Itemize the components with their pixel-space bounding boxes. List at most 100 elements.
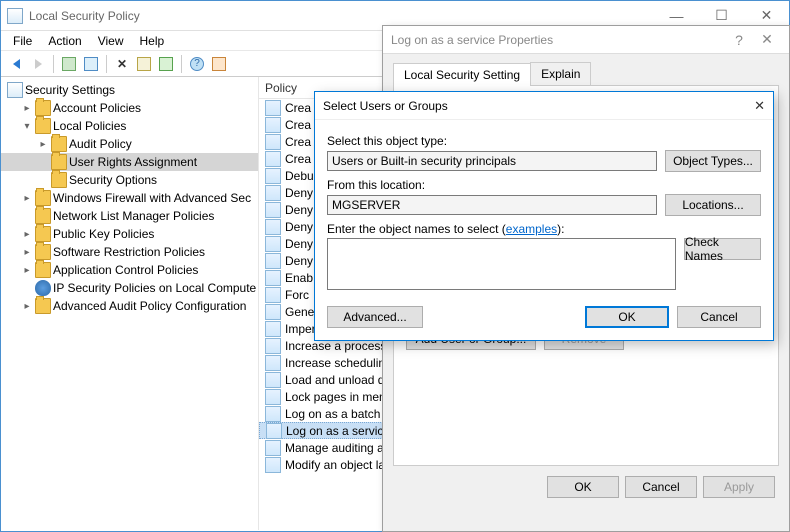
examples-link[interactable]: examples [506,222,557,236]
folder-icon [35,190,51,206]
policy-icon [265,236,281,252]
tree-item[interactable]: ▸ Audit Policy [1,135,258,153]
toolbar-separator [53,55,54,73]
advanced-button[interactable]: Advanced... [327,306,423,328]
policy-icon [265,338,281,354]
object-types-button[interactable]: Object Types... [665,150,761,172]
tree-item[interactable]: IP Security Policies on Local Compute [1,279,258,297]
list-item-label: Crea [285,135,311,149]
list-item-label: Enab [285,271,313,285]
tree-item[interactable]: Network List Manager Policies [1,207,258,225]
app-icon [7,8,23,24]
from-location-field[interactable]: MGSERVER [327,195,657,215]
tree-item[interactable]: ▸Account Policies [1,99,258,117]
shield-icon [35,280,51,296]
folder-icon [51,172,67,188]
policy-icon [265,151,281,167]
object-names-label: Enter the object names to select (exampl… [327,222,761,236]
tree-item[interactable]: ▸Public Key Policies [1,225,258,243]
expander-icon[interactable]: ▸ [21,229,33,240]
from-location-label: From this location: [327,178,761,192]
check-names-button[interactable]: Check Names [684,238,761,260]
menu-help[interactable]: Help [132,32,173,50]
policy-icon [265,321,281,337]
object-names-input[interactable] [327,238,676,290]
list-item-label: Lock pages in memo [285,390,396,404]
properties-ok-button[interactable]: OK [547,476,619,498]
tree-item-label: Audit Policy [69,137,132,151]
tree-item-label: Security Options [69,173,157,187]
help-button[interactable]: ? [186,53,208,75]
tree-root[interactable]: Security Settings [1,81,258,99]
select-ok-button[interactable]: OK [585,306,669,328]
tree-item-label: Application Control Policies [53,263,198,277]
policy-icon [266,423,282,439]
policy-icon [265,202,281,218]
list-item-label: Deny [285,203,313,217]
forward-button[interactable] [27,53,49,75]
tree-item-label: User Rights Assignment [69,155,197,169]
expander-icon[interactable]: ▾ [21,121,33,132]
tree-pane[interactable]: Security Settings ▸Account Policies▾Loca… [1,77,259,530]
properties-button[interactable] [133,53,155,75]
show-hide-tree-button[interactable] [80,53,102,75]
select-cancel-button[interactable]: Cancel [677,306,761,328]
expander-icon[interactable]: ▸ [21,193,33,204]
folder-icon [35,298,51,314]
properties-cancel-button[interactable]: Cancel [625,476,697,498]
up-button[interactable] [58,53,80,75]
locations-button[interactable]: Locations... [665,194,761,216]
list-item-label: Forc [285,288,309,302]
refresh-button[interactable] [208,53,230,75]
list-item-label: Deny [285,254,313,268]
expander-icon[interactable]: ▸ [21,247,33,258]
menu-view[interactable]: View [90,32,132,50]
list-item-label: Load and unload dev [285,373,397,387]
toolbar-separator [106,55,107,73]
select-dialog-titlebar: Select Users or Groups ✕ [315,92,773,120]
properties-close-button[interactable]: ✕ [753,31,781,48]
tree-item[interactable]: ▸ Application Control Policies [1,261,258,279]
menu-action[interactable]: Action [40,32,89,50]
policy-icon [265,355,281,371]
policy-icon [265,406,281,422]
properties-titlebar: Log on as a service Properties ? ✕ [383,26,789,54]
menu-file[interactable]: File [5,32,40,50]
folder-icon [35,208,51,224]
select-dialog-close-button[interactable]: ✕ [741,98,765,114]
tree-item[interactable]: Security Options [1,171,258,189]
tab-explain[interactable]: Explain [530,62,591,85]
window-title: Local Security Policy [29,9,654,23]
tree-item[interactable]: ▾Local Policies [1,117,258,135]
properties-help-button[interactable]: ? [725,32,753,48]
tree-item[interactable]: ▸Software Restriction Policies [1,243,258,261]
tree-root-label: Security Settings [25,83,115,97]
policy-icon [265,372,281,388]
delete-button[interactable]: ✕ [111,53,133,75]
policy-icon [265,185,281,201]
policy-icon [265,117,281,133]
policy-icon [265,440,281,456]
tree-item-label: Advanced Audit Policy Configuration [53,299,246,313]
tree-item[interactable]: ▸ Advanced Audit Policy Configuration [1,297,258,315]
list-item-label: Deny [285,237,313,251]
tree-item[interactable]: ▸Windows Firewall with Advanced Sec [1,189,258,207]
object-type-field[interactable]: Users or Built-in security principals [327,151,657,171]
properties-apply-button[interactable]: Apply [703,476,775,498]
export-button[interactable] [155,53,177,75]
back-button[interactable] [5,53,27,75]
expander-icon[interactable]: ▸ [21,301,33,312]
policy-icon [265,304,281,320]
expander-icon[interactable]: ▸ [21,265,33,276]
list-item-label: Crea [285,101,311,115]
tree-item-label: Network List Manager Policies [53,209,214,223]
list-item-label: Log on as a service [286,424,390,438]
expander-icon[interactable]: ▸ [21,103,33,114]
tab-local-security-setting[interactable]: Local Security Setting [393,63,531,86]
policy-icon [265,100,281,116]
expander-icon[interactable]: ▸ [37,139,49,150]
list-item-label: Manage auditing an [285,441,390,455]
tree-item[interactable]: User Rights Assignment [1,153,258,171]
properties-title: Log on as a service Properties [391,33,725,47]
policy-icon [265,457,281,473]
